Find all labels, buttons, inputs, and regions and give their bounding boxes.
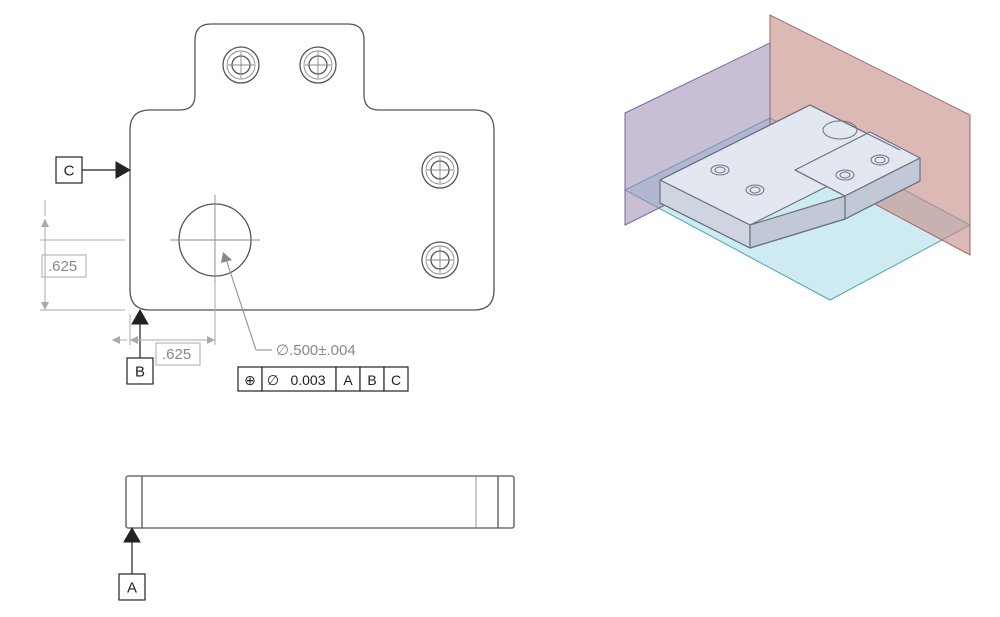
cbore-right-upper [422, 152, 458, 188]
svg-text:∅: ∅ [267, 372, 279, 388]
feature-control-frame: ⊕ ∅ 0.003 A B C [238, 367, 408, 391]
iso-view [625, 15, 970, 300]
dim-vertical: .625 [40, 200, 125, 310]
drawing-canvas: C B .625 [0, 0, 1000, 617]
svg-text:.625: .625 [162, 346, 191, 363]
svg-text:0.003: 0.003 [290, 372, 325, 388]
svg-text:A: A [127, 580, 137, 597]
front-view: A [119, 476, 514, 600]
svg-text:C: C [391, 372, 401, 388]
cbore-top-right [300, 47, 336, 83]
svg-text:A: A [343, 372, 353, 388]
datum-b: B [127, 310, 153, 384]
cbore-top-left [223, 47, 259, 83]
svg-text:⊕: ⊕ [244, 372, 256, 388]
svg-text:.625: .625 [48, 258, 77, 275]
hole-callout: ∅.500±.004 [221, 252, 356, 359]
svg-text:C: C [64, 163, 75, 180]
svg-text:B: B [135, 364, 145, 381]
datum-a: A [119, 528, 145, 600]
svg-text:∅.500±.004: ∅.500±.004 [276, 342, 356, 359]
svg-text:B: B [367, 372, 376, 388]
top-view: C B .625 [40, 24, 494, 391]
datum-c: C [56, 157, 130, 183]
dim-horizontal: .625 [112, 282, 215, 365]
big-hole [170, 195, 260, 285]
cbore-right-lower [422, 242, 458, 278]
